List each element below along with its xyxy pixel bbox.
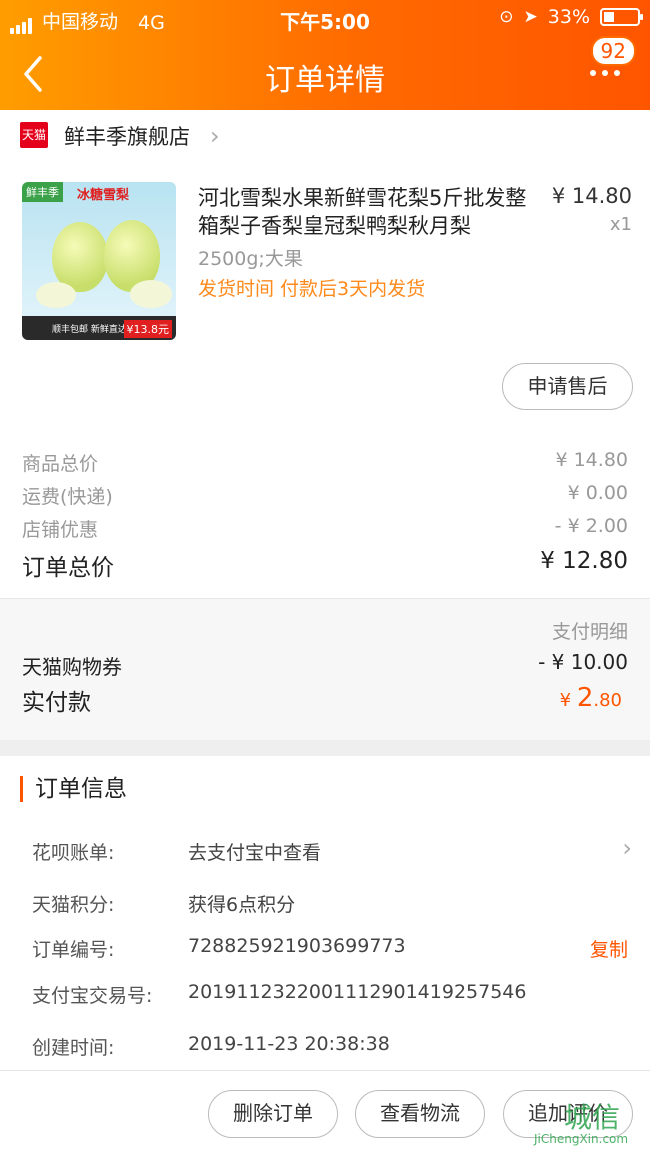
info-key: 创建时间: [32,1037,115,1059]
status-bar: 中国移动 4G 下午5:00 ⊙ ➤ 33% [0,0,650,36]
product-quantity: x1 [609,214,632,235]
shipping-time: 发货时间 付款后3天内发货 [198,278,426,300]
thumb-brand-tag: 鲜丰季 [22,182,63,202]
thumb-price: ¥13.8元 [123,320,172,338]
message-badge: 92 [590,36,636,66]
payment-detail-label: 支付明细 [551,621,628,643]
chevron-right-icon: › [622,834,632,862]
info-value: 728825921903699773 [188,935,406,957]
info-value: 获得6点积分 [188,894,296,916]
summary-row: 运费(快递) ¥ 0.00 [22,482,628,509]
summary-label: 运费(快递) [22,486,113,508]
rotation-lock-icon: ⊙ [499,7,514,27]
info-key: 天猫积分: [32,894,115,916]
paid-integer: 2 [576,683,594,713]
product-image[interactable]: 鲜丰季 冰糖雪梨 顺丰包邮 新鲜直达 5斤 ¥13.8元 [22,182,176,340]
payment-section: 支付明细 天猫购物券 - ¥ 10.00 实付款 ¥ 2.80 [0,598,650,740]
order-total-value: ¥ 12.80 [540,548,628,574]
location-icon: ➤ [523,7,538,27]
summary-value: ¥ 0.00 [567,482,628,504]
thumb-title: 冰糖雪梨 [77,188,130,203]
info-value: 2019-11-23 20:38:38 [188,1033,390,1055]
info-value: 去支付宝中查看 [188,842,322,864]
page-title: 订单详情 [265,63,385,98]
paid-label: 实付款 [22,690,91,716]
paid-currency: ¥ [559,690,572,711]
info-key: 订单编号: [32,939,115,961]
paid-amount: ¥ 2.80 [560,683,622,713]
order-info-heading: 订单信息 [20,776,127,802]
battery-percent: 33% [547,6,590,28]
watermark-site: JiChengXin.com [534,1132,629,1146]
summary-label: 店铺优惠 [22,519,99,541]
summary-row: 店铺优惠 - ¥ 2.00 [22,515,628,542]
battery-icon [600,8,643,26]
view-logistics-button[interactable]: 查看物流 [355,1090,485,1138]
copy-button[interactable]: 复制 [590,935,628,962]
chevron-right-icon: › [210,122,220,150]
paid-decimal: .80 [593,690,622,711]
shop-name: 鲜丰季旗舰店 [64,125,190,149]
pear-slice-image [36,282,76,308]
watermark-logo: 城信 JiChengXin.com [528,1096,646,1152]
section-divider [0,740,650,756]
order-total-row: 订单总价 ¥ 12.80 [22,548,628,582]
info-value: 2019112322001112901419257546 [188,981,527,1003]
product-price: ¥ 14.80 [551,184,632,208]
summary-value: ¥ 14.80 [555,449,628,471]
product-sku: 2500g;大果 [198,248,303,270]
coupon-value: - ¥ 10.00 [538,650,628,674]
product-title[interactable]: 河北雪梨水果新鲜雪花梨5斤批发整箱梨子香梨皇冠梨鸭梨秋月梨 [198,184,538,240]
after-sale-button[interactable]: 申请售后 [502,363,633,410]
summary-label: 商品总价 [22,453,99,475]
more-icon [590,70,620,76]
tmall-logo-icon: 天猫 [20,122,48,148]
order-total-label: 订单总价 [22,555,114,581]
summary-value: - ¥ 2.00 [554,515,628,537]
summary-row: 商品总价 ¥ 14.80 [22,449,628,476]
shop-row[interactable]: 天猫 鲜丰季旗舰店 › [0,110,650,162]
info-key: 花呗账单: [32,842,115,864]
delete-order-button[interactable]: 删除订单 [208,1090,338,1138]
pear-slice-image [130,280,172,308]
info-key: 支付宝交易号: [32,985,153,1007]
header: 中国移动 4G 下午5:00 ⊙ ➤ 33% 订单详情 92 [0,0,650,110]
watermark-text: 城信 [564,1101,621,1134]
coupon-label: 天猫购物券 [22,655,122,679]
